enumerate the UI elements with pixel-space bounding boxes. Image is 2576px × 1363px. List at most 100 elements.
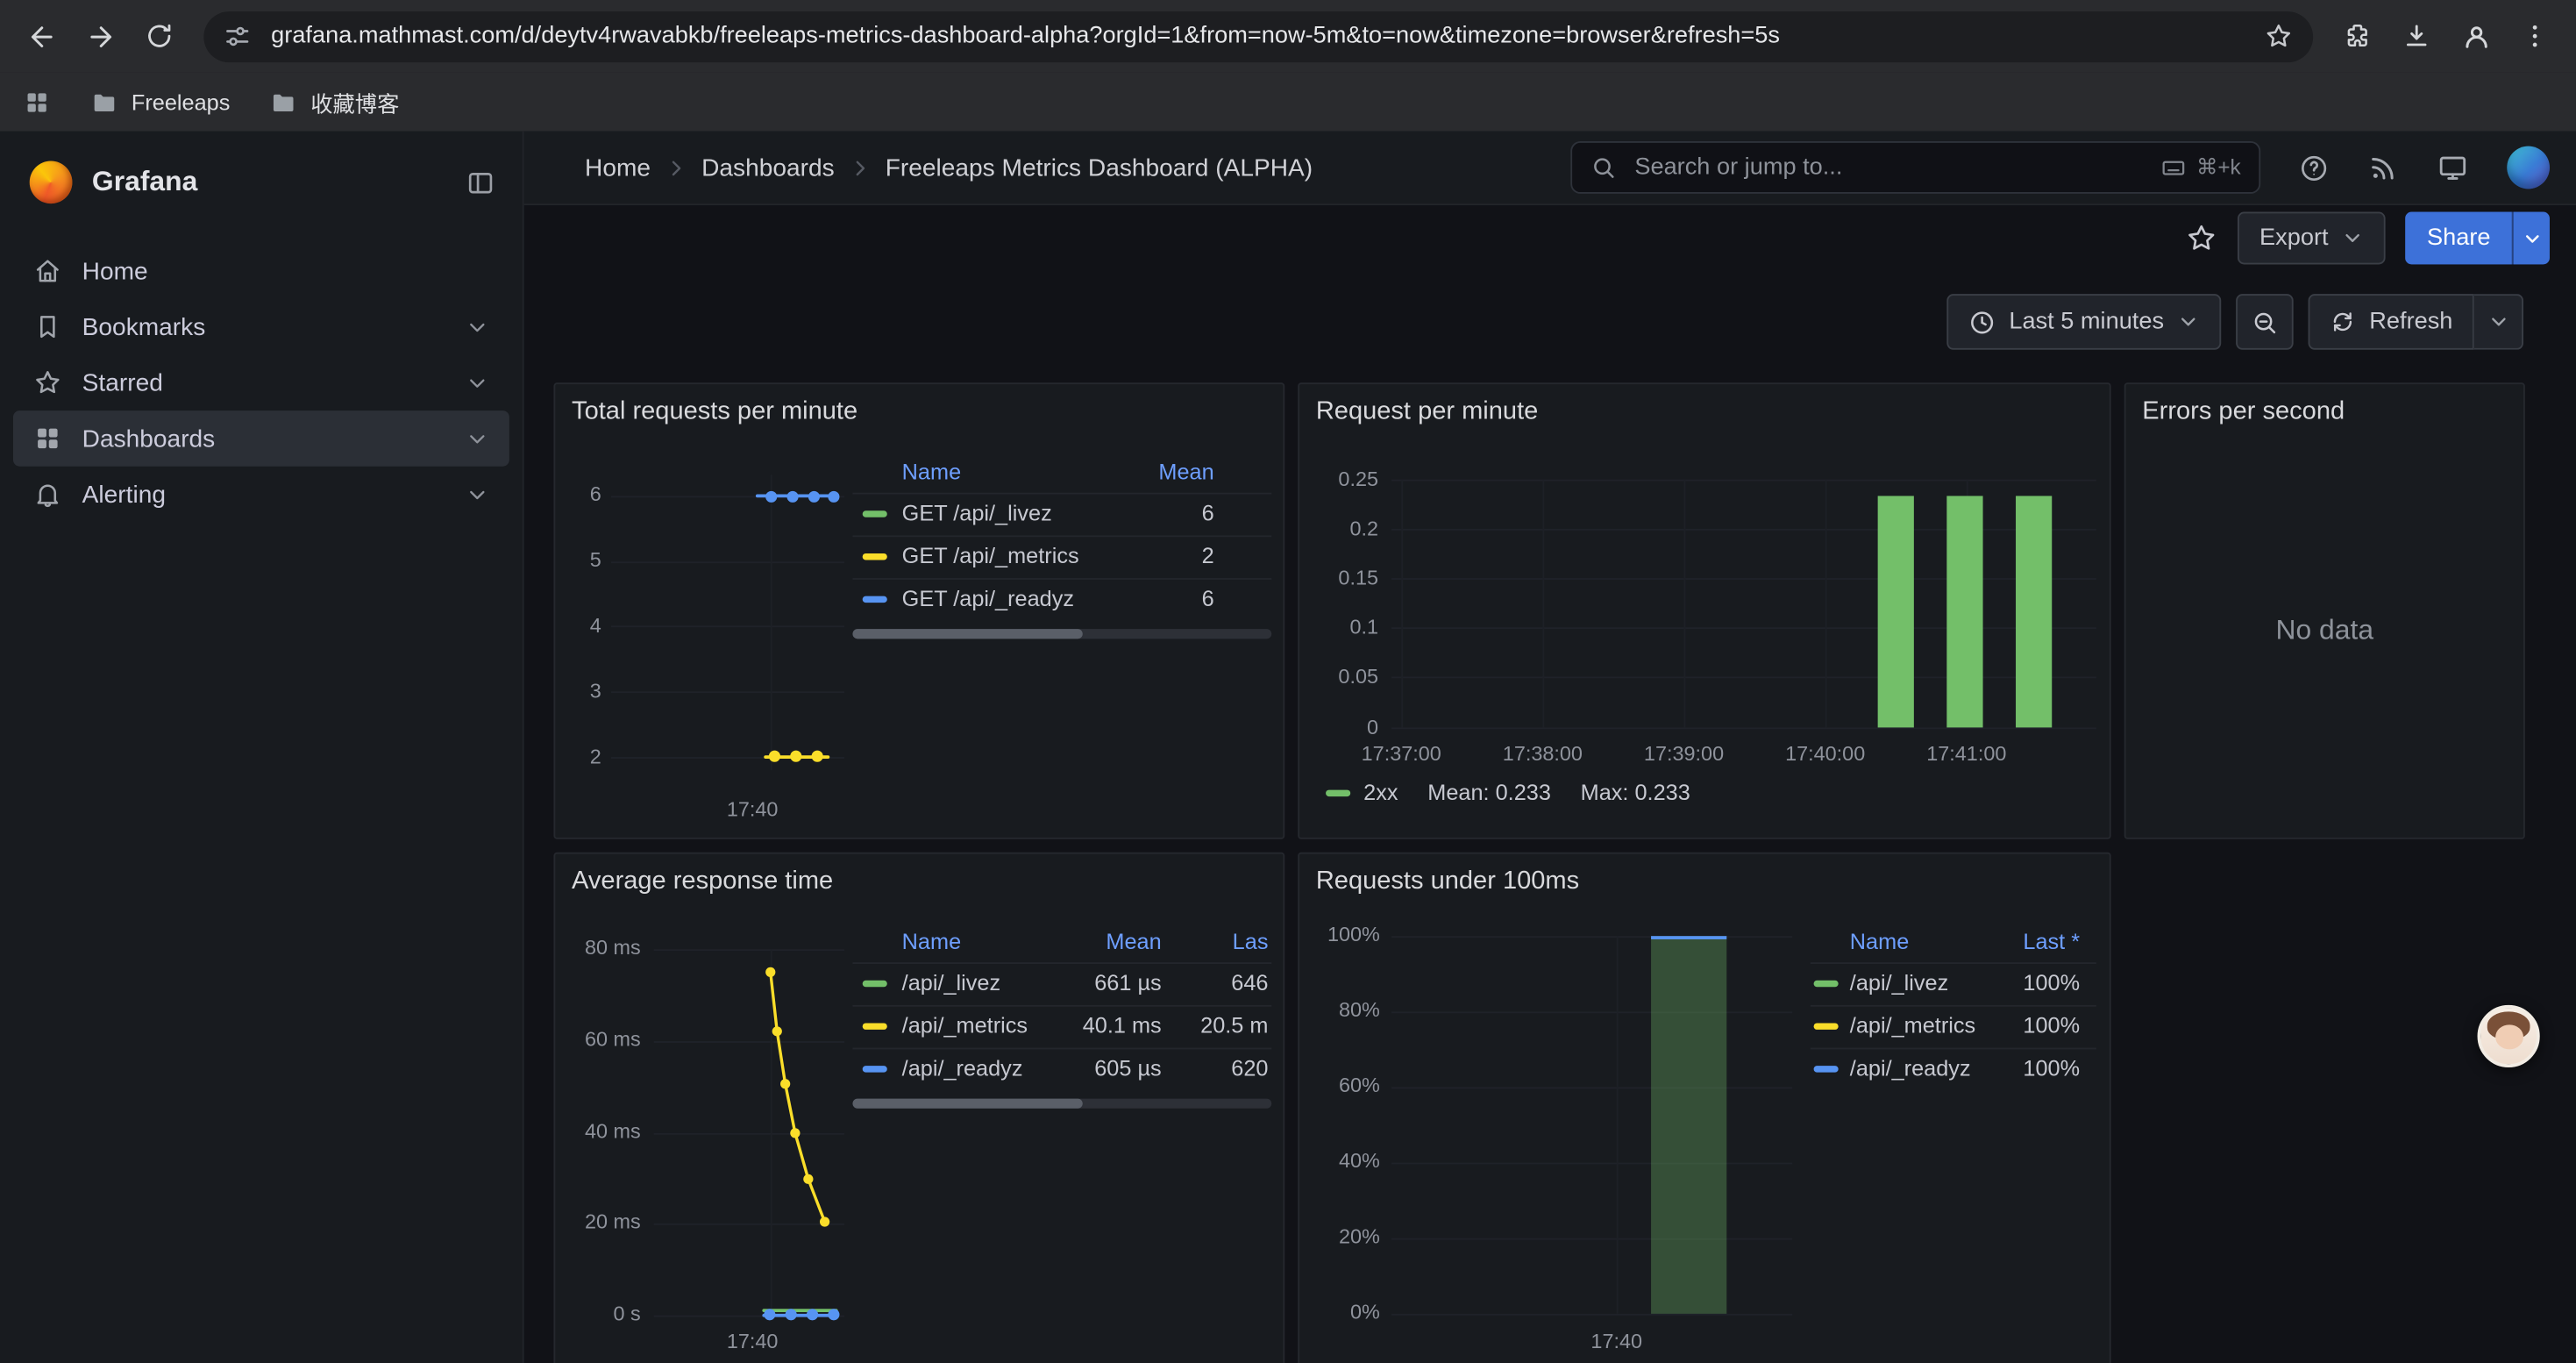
sidebar-collapse-button[interactable]: [465, 167, 496, 198]
gridline: [1391, 1011, 1792, 1013]
panel-title[interactable]: Errors per second: [2142, 397, 2345, 427]
chevron-down-icon[interactable]: [465, 482, 489, 507]
legend-header-last[interactable]: Last *: [2023, 928, 2080, 958]
y-tick: 0: [1313, 716, 1378, 740]
series-color-swatch: [863, 553, 887, 560]
gridline: [611, 561, 844, 563]
breadcrumb-dashboards[interactable]: Dashboards: [701, 153, 835, 182]
gridline: [1391, 480, 2096, 482]
refresh-interval-button[interactable]: [2474, 294, 2523, 350]
extensions-puzzle-icon: [2343, 21, 2373, 51]
news-rss-button[interactable]: [2367, 152, 2399, 183]
export-button[interactable]: Export: [2238, 212, 2386, 265]
kebab-menu-icon: [2520, 21, 2550, 51]
legend-header-mean[interactable]: Mean: [1158, 458, 1213, 488]
main-area: Home Dashboards Freeleaps Metrics Dashbo…: [524, 132, 2576, 1363]
share-button[interactable]: Share: [2406, 212, 2512, 265]
series-mean: 605 µs: [1094, 1054, 1161, 1084]
series-name[interactable]: GET /api/_metrics: [902, 542, 1079, 572]
browser-menu-button[interactable]: [2507, 8, 2563, 64]
search-bar[interactable]: ⌘+k: [1570, 141, 2260, 194]
url-input[interactable]: [267, 21, 2247, 51]
sidebar-item-bookmarks[interactable]: Bookmarks: [13, 299, 509, 355]
favorite-dashboard-button[interactable]: [2186, 222, 2218, 254]
legend-header-name[interactable]: Name: [1850, 928, 1909, 958]
grafana-logo-icon[interactable]: [30, 161, 73, 203]
series-name[interactable]: /api/_readyz: [1850, 1054, 1971, 1084]
scrollbar-thumb[interactable]: [852, 1099, 1083, 1109]
downloads-button[interactable]: [2388, 8, 2444, 64]
legend-scrollbar[interactable]: [852, 1099, 1271, 1109]
series-name[interactable]: /api/_metrics: [902, 1011, 1028, 1041]
chevron-down-icon[interactable]: [465, 426, 489, 451]
series-name[interactable]: GET /api/_livez: [902, 499, 1052, 529]
back-button[interactable]: [13, 8, 69, 64]
folder-icon: [269, 88, 297, 116]
data-point: [769, 751, 780, 762]
legend-header-mean[interactable]: Mean: [1106, 928, 1161, 958]
extensions-button[interactable]: [2330, 8, 2386, 64]
series-last: 620: [1231, 1054, 1268, 1084]
legend-table: Name Last * /api/_livez 100% /api/_metri…: [1811, 926, 2096, 1090]
gridline: [1391, 676, 2096, 678]
user-avatar[interactable]: [2507, 146, 2550, 189]
scrollbar-thumb[interactable]: [852, 629, 1083, 639]
tv-mode-button[interactable]: [2437, 151, 2469, 183]
panel-grid: Total requests per minute 6 5 4 3 2: [553, 382, 2576, 1363]
bookmark-folder-blogs[interactable]: 收藏博客: [269, 85, 399, 118]
series-name[interactable]: /api/_metrics: [1850, 1011, 1975, 1041]
panel-title[interactable]: Request per minute: [1316, 397, 1538, 427]
screen: Freeleaps 收藏博客 Grafana Home: [0, 0, 2576, 1363]
search-input[interactable]: [1632, 153, 2145, 182]
y-tick: 0.15: [1313, 567, 1378, 591]
breadcrumb-home[interactable]: Home: [585, 153, 651, 182]
assistant-avatar[interactable]: [2478, 1005, 2540, 1067]
series-name[interactable]: /api/_livez: [902, 969, 1001, 999]
time-range-picker[interactable]: Last 5 minutes: [1946, 294, 2221, 350]
sidebar-nav: Home Bookmarks Starred Dashboards: [0, 243, 523, 522]
legend-header-name[interactable]: Name: [902, 458, 961, 488]
gridline: [611, 625, 844, 627]
gridline: [771, 475, 772, 770]
sidebar-item-dashboards[interactable]: Dashboards: [13, 410, 509, 467]
series-last: 100%: [2023, 969, 2080, 999]
sidebar-item-home[interactable]: Home: [13, 243, 509, 299]
panel-title[interactable]: Requests under 100ms: [1316, 867, 1579, 897]
series-mean: 661 µs: [1094, 969, 1161, 999]
panel-errors-per-second: Errors per second No data: [2124, 382, 2525, 838]
panel-title[interactable]: Total requests per minute: [572, 397, 857, 427]
chevron-down-icon[interactable]: [465, 370, 489, 395]
apps-grid-icon[interactable]: [23, 88, 51, 116]
series-name[interactable]: GET /api/_readyz: [902, 585, 1074, 615]
legend-header: Name Mean Las: [852, 926, 1271, 962]
chevron-right-icon: [665, 157, 687, 178]
series-name[interactable]: /api/_readyz: [902, 1054, 1023, 1084]
sidebar-item-alerting[interactable]: Alerting: [13, 467, 509, 523]
export-label: Export: [2259, 225, 2329, 252]
x-tick: 17:40: [703, 1331, 801, 1355]
share-menu-button[interactable]: [2512, 212, 2550, 265]
bookmark-folder-freeleaps[interactable]: Freeleaps: [90, 88, 230, 116]
series-name[interactable]: /api/_livez: [1850, 969, 1949, 999]
forward-button[interactable]: [72, 8, 128, 64]
gridline: [1391, 578, 2096, 580]
bar-2xx: [1878, 496, 1914, 727]
refresh-button[interactable]: Refresh: [2309, 294, 2474, 350]
chevron-down-icon[interactable]: [465, 315, 489, 339]
reload-button[interactable]: [132, 8, 188, 64]
chevron-down-icon: [2177, 310, 2200, 333]
address-bar[interactable]: [203, 11, 2313, 61]
legend-header-last[interactable]: Las: [1233, 928, 1269, 958]
sidebar-item-starred[interactable]: Starred: [13, 354, 509, 410]
site-settings-icon[interactable]: [224, 22, 252, 50]
series-last: 646: [1231, 969, 1268, 999]
legend-scrollbar[interactable]: [852, 629, 1271, 639]
bookmark-star-icon[interactable]: [2264, 21, 2294, 51]
download-icon: [2402, 21, 2431, 51]
zoom-out-button[interactable]: [2237, 294, 2295, 350]
help-button[interactable]: [2298, 152, 2330, 183]
legend-header-name[interactable]: Name: [902, 928, 961, 958]
profile-button[interactable]: [2448, 8, 2504, 64]
legend-item-2xx[interactable]: 2xx: [1326, 780, 1398, 804]
series-last: 100%: [2023, 1054, 2080, 1084]
